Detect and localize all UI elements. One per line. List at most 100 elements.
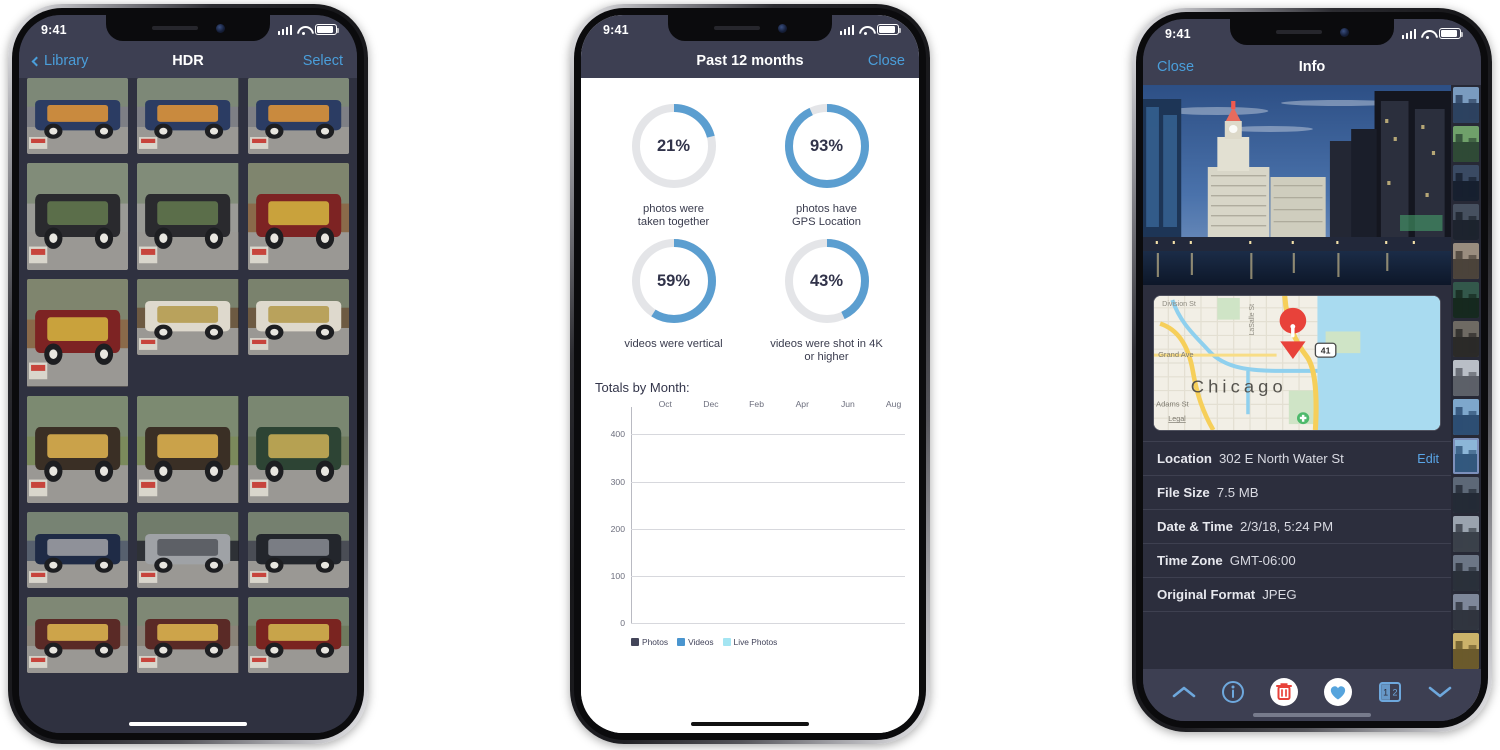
photo-thumbnail[interactable] [137, 512, 239, 589]
donut-stat-4: 43% videos were shot in 4K or higher [750, 235, 903, 364]
photo-thumbnail[interactable] [137, 279, 239, 356]
donut-ring: 93% [781, 100, 873, 192]
heart-icon[interactable] [1323, 677, 1353, 707]
close-button[interactable]: Close [868, 53, 905, 69]
svg-text:LaSalle St: LaSalle St [1249, 304, 1256, 335]
photo-thumbnail[interactable] [27, 597, 129, 674]
filmstrip-thumbnail[interactable] [1453, 321, 1479, 357]
svg-text:Division St: Division St [1162, 301, 1196, 308]
photo-thumbnail[interactable] [247, 395, 349, 504]
trash-icon[interactable] [1269, 677, 1299, 707]
classic-car-photo [27, 279, 129, 387]
photo-thumbnail[interactable] [137, 597, 239, 674]
home-indicator[interactable] [129, 721, 247, 726]
legend-label: Videos [688, 637, 714, 648]
filmstrip-thumbnail[interactable] [1453, 516, 1479, 552]
photo-thumbnail[interactable] [247, 163, 349, 271]
filmstrip-thumbnail[interactable] [1453, 282, 1479, 318]
cellular-bars-icon [1401, 28, 1416, 39]
edit-location-button[interactable]: Edit [1417, 452, 1439, 466]
filmstrip-thumbnail[interactable] [1453, 126, 1479, 162]
info-key: Location [1157, 451, 1212, 466]
filmstrip-thumbnail[interactable] [1453, 204, 1479, 240]
screenshot-stage: 9:41 Library HDR Select 9:41 Past 12 mon… [0, 0, 1500, 750]
info-value: GMT-06:00 [1229, 553, 1296, 568]
donut-percent-label: 93% [809, 136, 844, 155]
photo-thumbnail[interactable] [27, 395, 129, 504]
photo-thumbnail[interactable] [137, 163, 239, 271]
y-axis-tick-label: 400 [610, 429, 625, 440]
photo-grid-scroll[interactable] [19, 78, 357, 733]
grid-line [631, 481, 905, 483]
photo-thumbnail[interactable] [27, 78, 129, 154]
plot-area: 0 100 200 300 400 [585, 407, 905, 628]
donut-percent-label: 59% [656, 271, 691, 290]
filmstrip-thumbnail[interactable] [1453, 243, 1479, 279]
monthly-bar-chart: Oct Dec Feb Apr Jun Aug 0 100 200 300 400 Photos V… [585, 399, 911, 649]
filmstrip-thumbnail[interactable] [1453, 555, 1479, 591]
legend-label: Photos [642, 637, 669, 648]
home-indicator[interactable] [1253, 712, 1371, 717]
notch [106, 15, 270, 41]
info-value: 7.5 MB [1216, 485, 1259, 500]
svg-text:Grand Ave: Grand Ave [1158, 350, 1193, 359]
battery-icon [877, 24, 902, 35]
bars-container [632, 415, 905, 623]
home-indicator[interactable] [691, 721, 809, 726]
photo-thumbnail[interactable] [27, 512, 129, 589]
legend-item: Live Photos [722, 637, 777, 647]
legend-swatch [631, 638, 639, 647]
y-axis-tick-label: 200 [610, 523, 625, 534]
filmstrip-thumbnail[interactable] [1453, 477, 1479, 513]
stats-content: 21% photos were taken together 93% photos ha… [581, 78, 919, 733]
compare-1-2-icon[interactable]: 12 [1377, 680, 1403, 704]
donut-ring: 21% [628, 100, 720, 192]
location-map[interactable]: Division St LaSalle St Grand Ave Adams S… [1153, 295, 1441, 431]
wifi-icon [1421, 29, 1434, 40]
filmstrip-thumbnail[interactable] [1453, 360, 1479, 396]
photo-thumbnail[interactable] [247, 78, 349, 154]
info-main-column: Division St LaSalle St Grand Ave Adams S… [1143, 85, 1451, 721]
classic-car-photo [247, 395, 349, 504]
chevron-up-icon[interactable] [1171, 684, 1197, 700]
svg-text:1: 1 [1383, 688, 1388, 698]
photo-thumbnail[interactable] [247, 597, 349, 674]
photo-thumbnail[interactable] [247, 279, 349, 356]
filmstrip-thumbnail[interactable] [1453, 438, 1479, 474]
filmstrip-thumbnail[interactable] [1453, 633, 1479, 669]
info-key: Time Zone [1157, 553, 1223, 568]
classic-car-photo [137, 163, 239, 271]
photo-filmstrip[interactable] [1451, 85, 1481, 721]
hero-photo[interactable] [1143, 85, 1451, 285]
photo-thumbnail[interactable] [137, 78, 239, 154]
x-axis-tick-label: Dec [703, 399, 719, 410]
filmstrip-thumbnail[interactable] [1453, 594, 1479, 630]
donut-caption: videos were vertical [624, 338, 723, 351]
thumbnail-image [1453, 165, 1479, 201]
phone-middle-stats: 9:41 Past 12 months Close 21% photos were… [570, 4, 930, 744]
back-to-library-button[interactable]: Library [31, 53, 88, 69]
status-indicators [839, 24, 902, 36]
thumbnail-image [1453, 555, 1479, 591]
chicago-skyline-image [1143, 85, 1451, 285]
thumbnail-image [1453, 399, 1479, 435]
filmstrip-thumbnail[interactable] [1453, 399, 1479, 435]
info-icon[interactable] [1221, 680, 1245, 704]
chevron-down-icon[interactable] [1427, 684, 1453, 700]
photo-thumbnail[interactable] [27, 163, 129, 271]
close-button[interactable]: Close [1157, 59, 1194, 75]
status-time: 9:41 [603, 22, 629, 37]
donut-caption: photos have GPS Location [791, 203, 862, 229]
donut-percent-label: 21% [656, 136, 691, 155]
classic-car-photo [247, 512, 349, 589]
filmstrip-thumbnail[interactable] [1453, 87, 1479, 123]
filmstrip-thumbnail[interactable] [1453, 165, 1479, 201]
photo-thumbnail[interactable] [27, 279, 129, 387]
photo-thumbnail[interactable] [137, 395, 239, 504]
photo-thumbnail[interactable] [247, 512, 349, 589]
thumbnail-image [1453, 321, 1479, 357]
select-button[interactable]: Select [303, 53, 343, 69]
classic-car-photo [27, 395, 129, 504]
info-row-original-format: Original Format JPEG [1143, 577, 1451, 612]
donut-ring: 43% [781, 235, 873, 327]
